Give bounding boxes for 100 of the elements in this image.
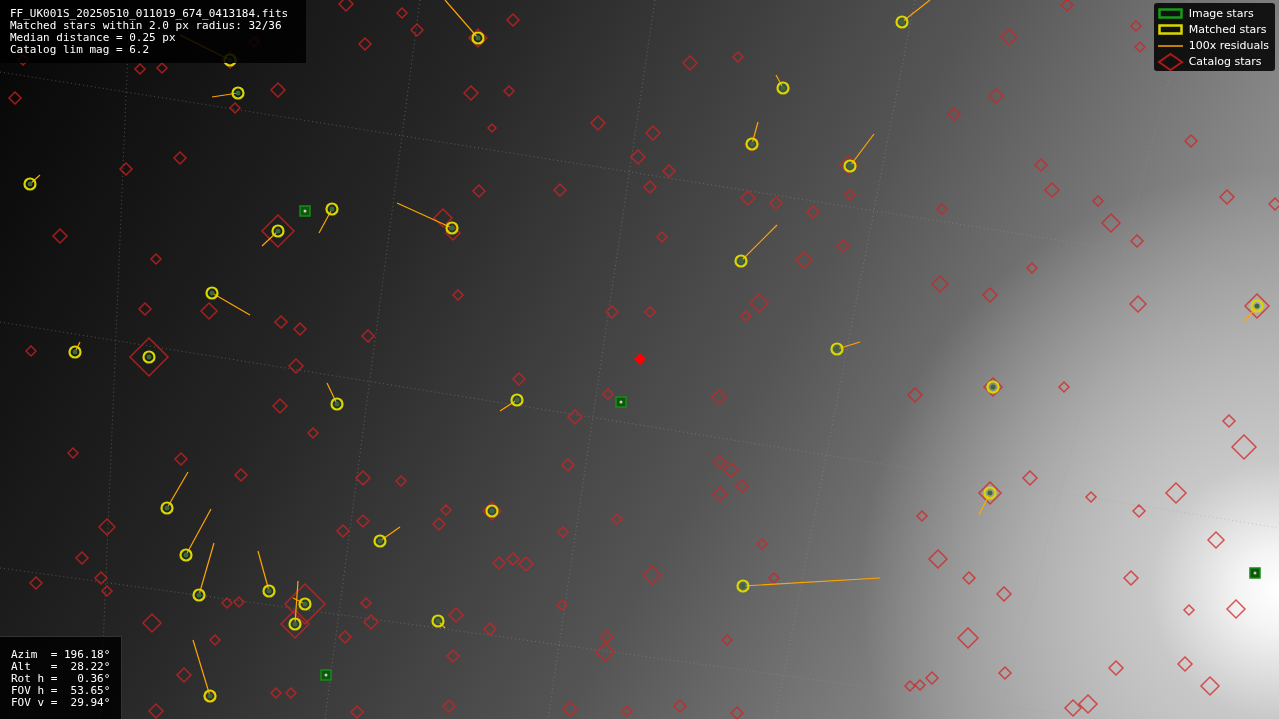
matched-star-marker xyxy=(373,526,401,548)
catalog-star-marker xyxy=(1218,188,1236,206)
catalog-star-marker xyxy=(1084,490,1098,504)
catalog-star-marker xyxy=(1129,19,1143,33)
catalog-star-marker xyxy=(552,182,568,198)
catalog-star-marker xyxy=(394,474,408,488)
catalog-star-marker xyxy=(284,686,298,700)
catalog-star-marker xyxy=(447,606,465,624)
pointing-info-line: Rot h = 0.36° xyxy=(11,673,111,685)
matched-star-marker xyxy=(205,286,251,316)
catalog-star-marker xyxy=(610,512,624,526)
catalog-star-marker xyxy=(981,286,999,304)
matched-star-marker xyxy=(775,74,790,95)
catalog-star-marker xyxy=(66,446,80,460)
catalog-star-marker xyxy=(360,328,376,344)
catalog-star-marker xyxy=(913,678,927,692)
catalog-star-marker xyxy=(232,595,246,609)
catalog-star-marker xyxy=(149,252,163,266)
matched-star-marker xyxy=(1243,299,1264,323)
catalog-star-marker xyxy=(133,62,147,76)
catalog-star-marker xyxy=(1091,194,1105,208)
catalog-star-marker xyxy=(173,451,189,467)
catalog-star-marker xyxy=(739,189,757,207)
catalog-star-marker xyxy=(451,288,465,302)
catalog-star-marker xyxy=(1129,233,1145,249)
pointing-info-line: FOV v = 29.94° xyxy=(11,697,111,709)
catalog-star-marker xyxy=(589,114,607,132)
catalog-star-marker xyxy=(720,633,734,647)
catalog-star-marker xyxy=(74,550,90,566)
catalog-star-marker xyxy=(283,582,327,626)
catalog-star-marker xyxy=(199,301,219,321)
catalog-star-marker xyxy=(147,702,165,719)
catalog-star-marker xyxy=(228,101,242,115)
catalog-star-marker xyxy=(604,304,620,320)
catalog-star-marker xyxy=(51,227,69,245)
catalog-star-marker xyxy=(1059,0,1075,13)
catalog-star-marker xyxy=(220,596,234,610)
catalog-star-marker xyxy=(1267,196,1279,212)
catalog-star-marker xyxy=(1021,469,1039,487)
catalog-star-marker xyxy=(835,238,851,254)
catalog-star-marker xyxy=(306,426,320,440)
catalog-star-marker xyxy=(97,517,117,537)
pointing-info-line: Azim = 196.18° xyxy=(11,649,111,661)
matched-star-marker xyxy=(499,393,524,412)
catalog-star-marker xyxy=(594,641,616,663)
catalog-star-marker xyxy=(439,503,453,517)
catalog-star-marker xyxy=(999,27,1019,47)
catalog-star-marker xyxy=(269,686,283,700)
catalog-star-marker xyxy=(1077,693,1099,715)
catalog-star-marker xyxy=(794,250,814,270)
catalog-star-marker xyxy=(729,705,745,719)
matched-star-marker xyxy=(843,133,875,173)
catalog-star-marker xyxy=(681,54,699,72)
catalog-star-marker xyxy=(935,202,949,216)
catalog-star-marker xyxy=(1230,433,1258,461)
legend-label: 100x residuals xyxy=(1188,39,1269,52)
catalog-star-marker xyxy=(1057,380,1071,394)
catalog-star-marker xyxy=(279,608,311,640)
matched-star-legend-icon xyxy=(1157,23,1183,36)
catalog-star-marker xyxy=(395,6,409,20)
catalog-star-marker xyxy=(1128,294,1148,314)
catalog-star-marker xyxy=(629,148,647,166)
matched-star-marker xyxy=(978,486,997,516)
catalog-star-marker xyxy=(155,61,169,75)
catalog-star-marker xyxy=(467,27,489,49)
catalog-star-marker xyxy=(335,523,351,539)
catalog-star-marker xyxy=(28,575,44,591)
fit-info-line: FF_UK001S_20250510_011019_674_0413184.fits xyxy=(10,8,290,20)
catalog-star-marker xyxy=(1164,481,1188,505)
fit-info-line: Matched stars within 2.0 px radius: 32/36 xyxy=(10,20,282,32)
catalog-star-marker xyxy=(643,305,657,319)
catalog-star-marker xyxy=(93,570,109,586)
catalog-star-marker xyxy=(486,122,498,134)
catalog-star-marker xyxy=(767,571,781,585)
matched-star-marker xyxy=(257,550,276,598)
catalog-star-marker xyxy=(118,161,134,177)
legend-label: Matched stars xyxy=(1188,23,1267,36)
catalog-star-marker xyxy=(599,629,615,645)
catalog-star-marker xyxy=(1107,659,1125,677)
catalog-star-marker xyxy=(961,570,977,586)
catalog-star-marker xyxy=(445,648,461,664)
catalog-star-marker xyxy=(337,629,353,645)
catalog-star-marker xyxy=(269,81,287,99)
catalog-star-marker xyxy=(482,621,498,637)
catalog-star-marker xyxy=(903,679,917,693)
catalog-star-marker xyxy=(287,357,305,375)
catalog-star-marker xyxy=(672,698,688,714)
matched-star-marker xyxy=(895,0,931,29)
catalog-star-marker xyxy=(915,509,929,523)
matched-star-marker xyxy=(318,202,339,234)
catalog-star-marker xyxy=(355,513,371,529)
matched-star-marker xyxy=(396,202,459,235)
catalog-star-marker xyxy=(946,106,962,122)
catalog-star-marker xyxy=(956,626,980,650)
catalog-star-marker xyxy=(354,469,372,487)
catalog-star-marker xyxy=(1176,655,1194,673)
matched-star-marker xyxy=(830,341,861,356)
matched-star-marker xyxy=(326,382,344,411)
catalog-star-marker xyxy=(555,598,569,612)
pointing-info-line: Alt = 28.22° xyxy=(11,661,111,673)
